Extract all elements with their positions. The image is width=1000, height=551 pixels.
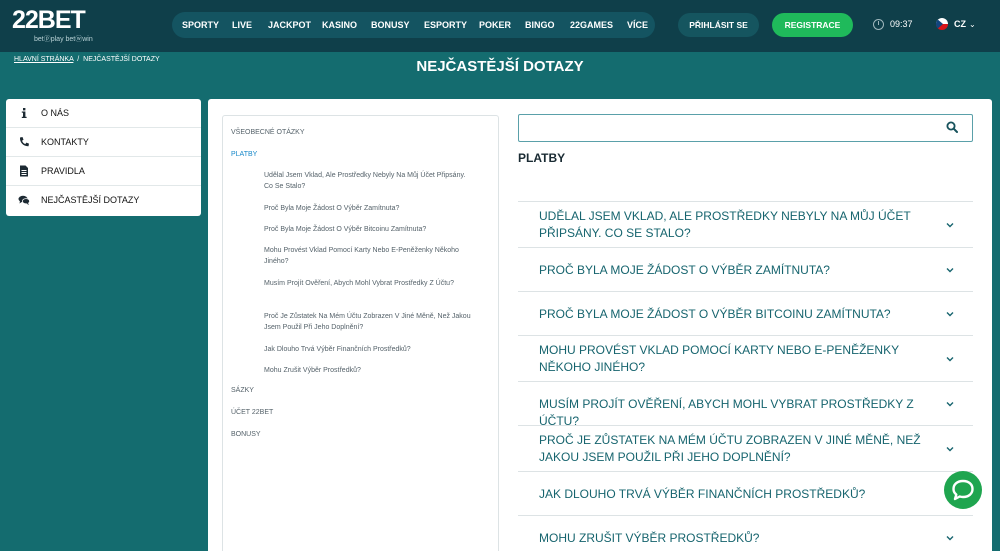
left-menu-item-nejcastejsi-dotazy[interactable]: NEJČASTĚJŠÍ DOTAZY (6, 186, 201, 215)
chevron-down-icon (946, 223, 954, 228)
toc-question[interactable]: Mohu Zrušit Výběr Prostředků? (264, 365, 474, 376)
logo-text: 22BET (12, 6, 86, 34)
nav-item-bonusy[interactable]: BONUSY (371, 12, 410, 38)
toc-category[interactable]: SÁZKY (231, 387, 254, 394)
chevron-down-icon (946, 536, 954, 541)
section-title: PLATBY (518, 151, 566, 165)
logo[interactable]: 22BET betⓟplay betⓦwin (12, 6, 112, 46)
faq-item[interactable]: MUSÍM PROJÍT OVĚŘENÍ, ABYCH MOHL VYBRAT … (518, 381, 973, 428)
faq-question: MOHU ZRUŠIT VÝBĚR PROSTŘEDKŮ? (539, 531, 760, 545)
faq-question: PROČ BYLA MOJE ŽÁDOST O VÝBĚR BITCOINU Z… (539, 307, 891, 321)
logo-tagline: betⓟplay betⓦwin (34, 36, 93, 43)
chevron-down-icon (946, 312, 954, 317)
login-button[interactable]: PŘIHLÁSIT SE (678, 13, 759, 37)
nav-item-sporty[interactable]: SPORTY (182, 12, 219, 38)
phone-icon (19, 137, 29, 147)
left-menu: O NÁS KONTAKTY PRAVIDLA NEJČASTĚJŠÍ DOTA… (6, 99, 201, 216)
language-selector[interactable]: CZ (954, 19, 966, 29)
toc-category[interactable]: BONUSY (231, 431, 261, 438)
left-menu-label: O NÁS (41, 108, 70, 118)
left-menu-item-pravidla[interactable]: PRAVIDLA (6, 157, 201, 186)
chevron-down-icon (946, 268, 954, 273)
faq-table-of-contents: VŠEOBECNÉ OTÁZKY PLATBY Udělal Jsem Vkla… (222, 115, 499, 551)
nav-item-esporty[interactable]: ESPORTY (424, 12, 467, 38)
toc-category-active[interactable]: PLATBY (231, 151, 257, 158)
toc-question[interactable]: Musím Projít Ověření, Abych Mohl Vybrat … (264, 278, 474, 289)
faq-item[interactable]: MOHU PROVÉST VKLAD POMOCÍ KARTY NEBO E-P… (518, 335, 973, 381)
faq-item[interactable]: UDĚLAL JSEM VKLAD, ALE PROSTŘEDKY NEBYLY… (518, 201, 973, 247)
chevron-down-icon (946, 402, 954, 407)
search-icon[interactable] (946, 121, 958, 133)
faq-question: PROČ BYLA MOJE ŽÁDOST O VÝBĚR ZAMÍTNUTA? (539, 263, 830, 277)
left-menu-item-o-nas[interactable]: O NÁS (6, 99, 201, 128)
czech-flag-icon[interactable] (936, 18, 948, 30)
register-button[interactable]: REGISTRACE (772, 13, 853, 37)
faq-item[interactable]: JAK DLOUHO TRVÁ VÝBĚR FINANČNÍCH PROSTŘE… (518, 471, 973, 515)
faq-item[interactable]: PROČ BYLA MOJE ŽÁDOST O VÝBĚR BITCOINU Z… (518, 291, 973, 335)
toc-category[interactable]: VŠEOBECNÉ OTÁZKY (231, 129, 305, 136)
chevron-down-icon (946, 447, 954, 452)
faq-item[interactable]: MOHU ZRUŠIT VÝBĚR PROSTŘEDKŮ? (518, 515, 973, 551)
chat-bubbles-icon (18, 195, 30, 205)
nav-item-poker[interactable]: POKER (479, 12, 511, 38)
toc-question[interactable]: Jak Dlouho Trvá Výběr Finančních Prostře… (264, 344, 474, 355)
nav-item-live[interactable]: LIVE (232, 12, 252, 38)
live-chat-button[interactable] (944, 471, 982, 509)
clock-icon (873, 19, 884, 30)
faq-item[interactable]: PROČ BYLA MOJE ŽÁDOST O VÝBĚR ZAMÍTNUTA? (518, 247, 973, 291)
left-menu-label: KONTAKTY (41, 137, 89, 147)
faq-item[interactable]: PROČ JE ZŮSTATEK NA MÉM ÚČTU ZOBRAZEN V … (518, 425, 973, 471)
toc-question[interactable]: Proč Byla Moje Žádost O Výběr Bitcoinu Z… (264, 224, 474, 235)
faq-question: PROČ JE ZŮSTATEK NA MÉM ÚČTU ZOBRAZEN V … (539, 433, 921, 464)
toc-question[interactable]: Mohu Provést Vklad Pomocí Karty Nebo E-P… (264, 245, 474, 267)
toc-category[interactable]: ÚČET 22BET (231, 409, 273, 416)
toc-question[interactable]: Udělal Jsem Vklad, Ale Prostředky Nebyly… (264, 170, 474, 192)
nav-item-bingo[interactable]: BINGO (525, 12, 555, 38)
faq-question: UDĚLAL JSEM VKLAD, ALE PROSTŘEDKY NEBYLY… (539, 209, 911, 240)
nav-item-kasino[interactable]: KASINO (322, 12, 357, 38)
nav-item-vice[interactable]: VÍCE (627, 12, 648, 38)
left-menu-item-kontakty[interactable]: KONTAKTY (6, 128, 201, 157)
page-title: NEJČASTĚJŠÍ DOTAZY (416, 58, 584, 75)
document-icon (20, 165, 28, 177)
main-content: VŠEOBECNÉ OTÁZKY PLATBY Udělal Jsem Vkla… (208, 99, 992, 551)
faq-question: MOHU PROVÉST VKLAD POMOCÍ KARTY NEBO E-P… (539, 343, 899, 374)
search-input[interactable] (518, 114, 973, 142)
left-menu-label: NEJČASTĚJŠÍ DOTAZY (41, 195, 140, 205)
info-icon (21, 108, 27, 118)
nav-item-jackpot[interactable]: JACKPOT (268, 12, 311, 38)
toc-question[interactable]: Proč Byla Moje Žádost O Výběr Zamítnuta? (264, 203, 474, 214)
chat-bubble-icon (952, 479, 974, 501)
toc-question[interactable]: Proč Je Zůstatek Na Mém Účtu Zobrazen V … (264, 311, 474, 333)
chevron-down-icon (946, 357, 954, 362)
top-navigation-bar: 22BET betⓟplay betⓦwin SPORTY LIVE JACKP… (0, 0, 1000, 52)
faq-question: JAK DLOUHO TRVÁ VÝBĚR FINANČNÍCH PROSTŘE… (539, 487, 866, 501)
main-nav: SPORTY LIVE JACKPOT KASINO BONUSY ESPORT… (172, 12, 655, 38)
left-menu-label: PRAVIDLA (41, 166, 85, 176)
current-time: 09:37 (890, 19, 913, 29)
nav-item-22games[interactable]: 22GAMES (570, 12, 613, 38)
chevron-down-icon[interactable]: ⌄ (969, 20, 976, 29)
